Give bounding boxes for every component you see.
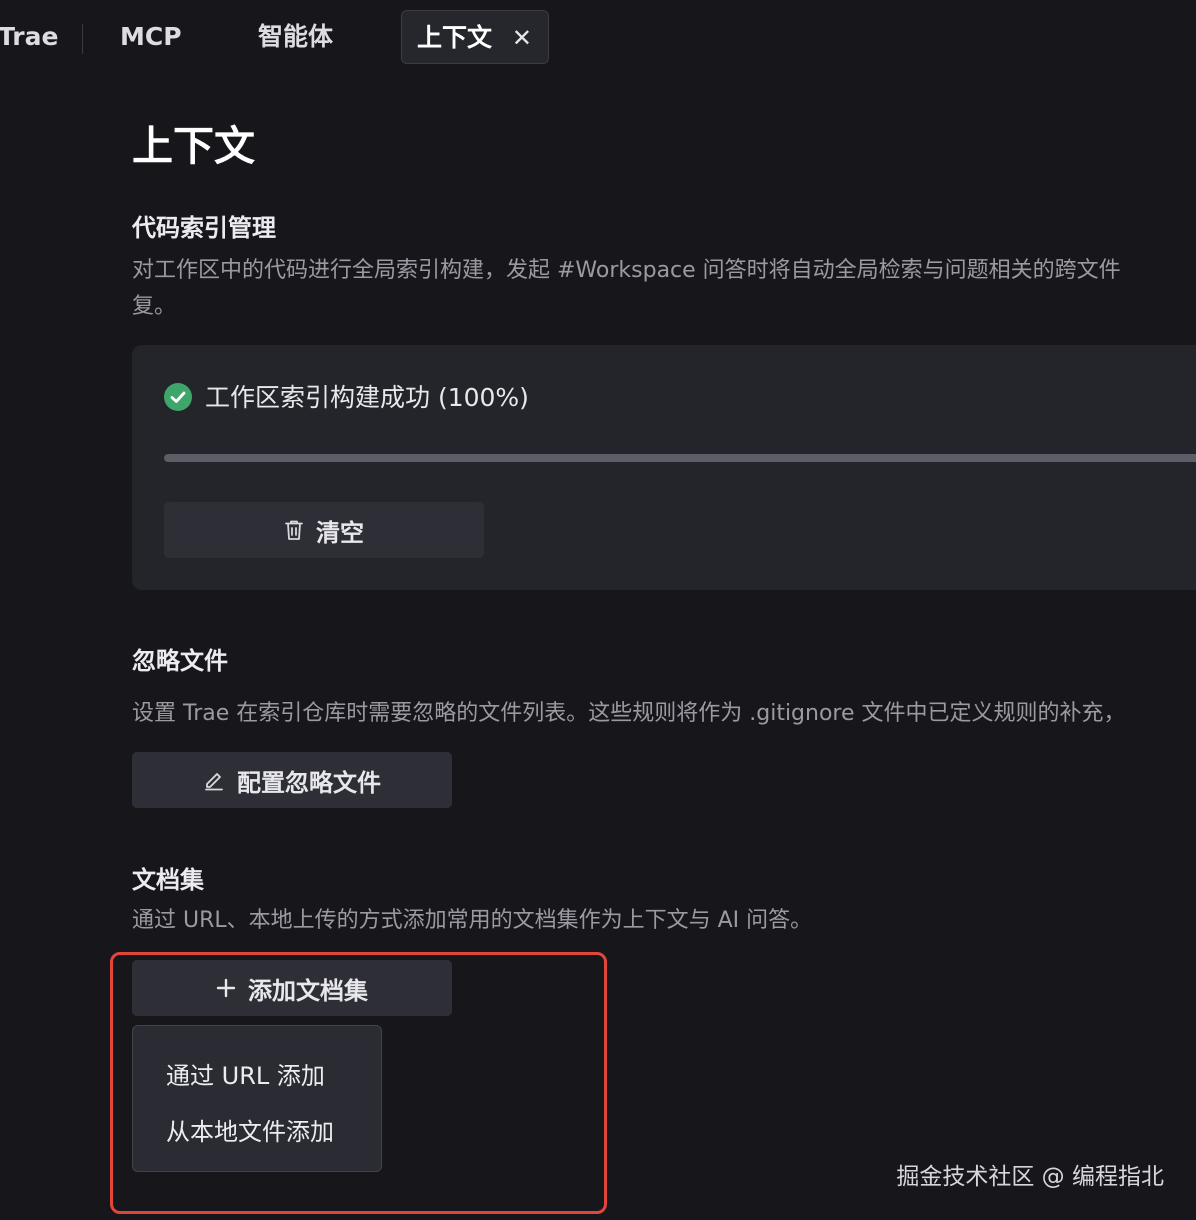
clear-button-label: 清空 [316,518,364,547]
index-progress-bar [164,454,1196,462]
configure-ignore-button[interactable]: 配置忽略文件 [132,752,452,808]
doc-sets-description: 通过 URL、本地上传的方式添加常用的文档集作为上下文与 AI 问答。 [132,908,813,933]
check-circle-icon [164,383,192,411]
tab-label: Trae [0,22,59,51]
clear-button[interactable]: 清空 [164,502,484,558]
pencil-icon [203,769,225,791]
ignore-files-description: 设置 Trae 在索引仓库时需要忽略的文件列表。这些规则将作为 .gitigno… [132,701,1126,726]
page-title: 上下文 [132,122,255,170]
index-progress-fill [164,454,1196,462]
code-index-description: 对工作区中的代码进行全局索引构建，发起 #Workspace 问答时将自动全局检… [132,258,1121,283]
highlight-annotation [110,952,607,1214]
tab-trae[interactable]: Trae [0,10,58,64]
tab-agents[interactable]: 智能体 [258,10,333,64]
code-index-title: 代码索引管理 [132,214,276,242]
doc-sets-title: 文档集 [132,866,204,894]
tab-divider [82,24,83,54]
index-status-text: 工作区索引构建成功 (100%) [205,383,529,412]
tab-label: 智能体 [258,22,334,51]
tab-label: 上下文 [417,23,493,52]
watermark: 掘金技术社区 @ 编程指北 [896,1164,1164,1190]
configure-ignore-label: 配置忽略文件 [237,768,381,797]
close-icon[interactable]: ✕ [512,11,532,65]
tab-context[interactable]: 上下文 ✕ [401,10,549,64]
ignore-files-title: 忽略文件 [132,647,228,675]
trash-icon [284,519,304,541]
code-index-description-cont: 复。 [132,294,177,319]
tab-label: MCP [120,22,182,51]
tab-mcp[interactable]: MCP [120,10,182,64]
